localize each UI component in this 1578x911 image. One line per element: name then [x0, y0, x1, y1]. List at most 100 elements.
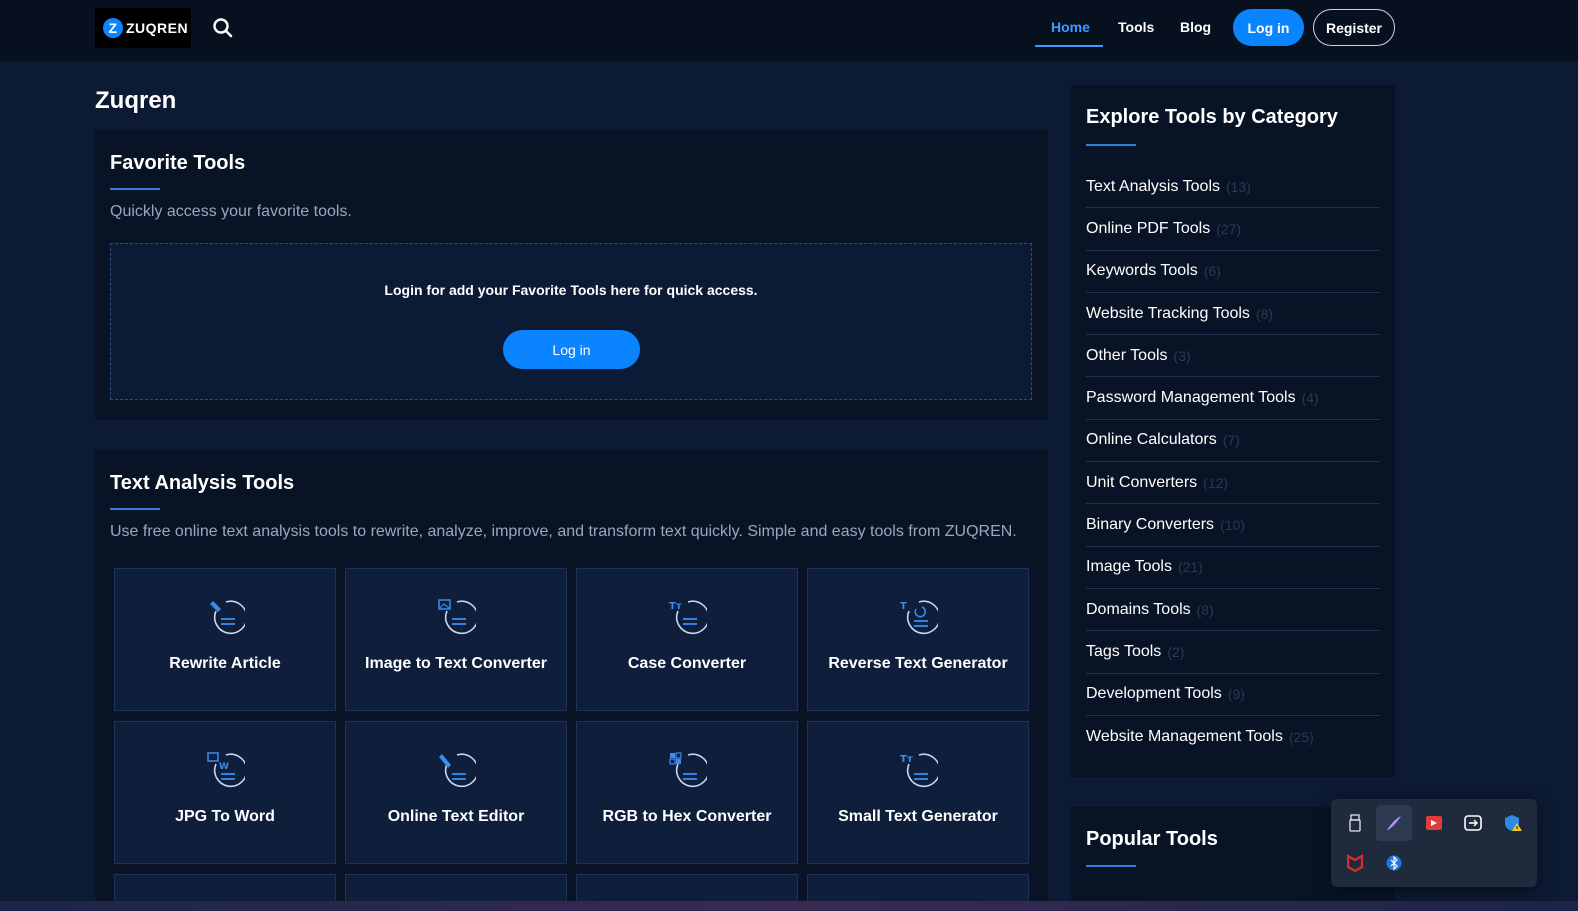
category-count: (8): [1196, 601, 1214, 618]
category-count: (9): [1227, 686, 1245, 703]
remote-link-icon[interactable]: [1455, 805, 1491, 841]
title-underline: [1086, 865, 1136, 867]
svg-text:T: T: [900, 601, 907, 612]
tool-card-small-text-generator[interactable]: Tт Small Text Generator: [807, 721, 1029, 864]
tool-card-case-converter[interactable]: Tт Case Converter: [576, 568, 798, 711]
category-name: Keywords Tools: [1086, 262, 1198, 280]
tool-name: Small Text Generator: [838, 808, 998, 825]
mcafee-icon[interactable]: [1337, 845, 1373, 881]
category-count: (25): [1288, 729, 1314, 745]
category-count: (8): [1255, 305, 1274, 322]
category-list: Text Analysis Tools (13) Online PDF Tools…: [1086, 166, 1380, 758]
nav-blog-link[interactable]: Blog: [1180, 18, 1211, 36]
tool-card-online-text-editor[interactable]: Online Text Editor: [345, 721, 567, 864]
tool-card[interactable]: [807, 874, 1029, 904]
category-name: Website Tracking Tools: [1086, 304, 1250, 322]
popular-tools-title: Popular Tools: [1086, 828, 1218, 850]
category-sidebar: Explore Tools by Category Text Analysis …: [1071, 85, 1395, 777]
category-count: (21): [1177, 559, 1203, 576]
favorite-tools-description: Quickly access your favorite tools.: [110, 203, 352, 220]
tool-card-rgb-to-hex[interactable]: RGB to Hex Converter: [576, 721, 798, 864]
category-item-website-tracking[interactable]: Website Tracking Tools (8): [1086, 293, 1380, 336]
search-button[interactable]: [212, 17, 234, 39]
category-count: (27): [1216, 220, 1242, 237]
logo-mark-icon: Z: [103, 18, 123, 38]
category-item-binary-converters[interactable]: Binary Converters (10): [1086, 504, 1380, 547]
image-to-text-icon: [438, 599, 476, 635]
security-shield-icon[interactable]: [1495, 805, 1531, 841]
jpg-to-word-icon: W: [207, 752, 245, 788]
title-underline: [1086, 144, 1136, 146]
text-editor-icon: [439, 753, 476, 788]
tool-card[interactable]: [345, 874, 567, 904]
category-count: (3): [1173, 347, 1191, 364]
header-register-button[interactable]: Register: [1313, 9, 1395, 46]
category-item-online-calculators[interactable]: Online Calculators (7): [1086, 420, 1380, 463]
favorites-login-button[interactable]: Log in: [503, 330, 640, 369]
category-name: Other Tools: [1086, 346, 1168, 364]
category-item-unit-converters[interactable]: Unit Converters (12): [1086, 462, 1380, 505]
category-name: Binary Converters: [1086, 516, 1215, 534]
search-icon: [213, 18, 233, 38]
logo-text: ZUQREN: [126, 20, 189, 36]
text-analysis-description: Use free online text analysis tools to r…: [110, 523, 1017, 540]
pen-icon[interactable]: [1376, 805, 1412, 841]
category-name: Website Management Tools: [1086, 728, 1283, 745]
category-count: (2): [1167, 643, 1185, 660]
category-item-keywords[interactable]: Keywords Tools (6): [1086, 251, 1380, 293]
reverse-text-icon: T: [900, 600, 938, 635]
case-converter-icon: Tт: [669, 600, 707, 635]
category-item-domains[interactable]: Domains Tools (8): [1086, 589, 1380, 632]
category-name: Domains Tools: [1086, 600, 1191, 618]
small-text-icon: Tт: [900, 753, 938, 788]
rewrite-icon: [210, 600, 245, 635]
category-count: (10): [1220, 517, 1245, 534]
favorite-tools-panel: Favorite Tools Quickly access your favor…: [95, 130, 1048, 420]
category-name: Tags Tools: [1086, 642, 1162, 660]
tool-card[interactable]: [114, 874, 336, 904]
text-analysis-tools-panel: Text Analysis Tools Use free online text…: [95, 450, 1048, 911]
category-name: Online Calculators: [1086, 431, 1217, 449]
svg-text:Tт: Tт: [669, 601, 682, 612]
tool-name: JPG To Word: [175, 808, 275, 825]
category-item-development[interactable]: Development Tools (9): [1086, 674, 1380, 716]
category-name: Development Tools: [1086, 685, 1222, 703]
category-item-other[interactable]: Other Tools (3): [1086, 335, 1380, 378]
category-item-text-analysis[interactable]: Text Analysis Tools (13): [1086, 166, 1380, 209]
usb-drive-icon[interactable]: [1337, 805, 1373, 841]
taskbar-edge: [0, 901, 1578, 911]
page-title: Zuqren: [95, 87, 177, 114]
title-underline: [110, 508, 160, 510]
tool-name: Image to Text Converter: [365, 655, 547, 672]
tool-card-image-to-text[interactable]: Image to Text Converter: [345, 568, 567, 711]
video-recorder-icon[interactable]: [1416, 805, 1452, 841]
category-count: (6): [1203, 263, 1221, 280]
tool-grid: Rewrite Article Image to Text Converter …: [114, 568, 1029, 904]
bluetooth-icon[interactable]: [1376, 845, 1412, 881]
header-login-button[interactable]: Log in: [1233, 9, 1304, 46]
category-item-tags[interactable]: Tags Tools (2): [1086, 631, 1380, 674]
tool-card[interactable]: [576, 874, 798, 904]
tool-name: RGB to Hex Converter: [602, 808, 772, 825]
site-logo[interactable]: Z ZUQREN: [95, 8, 191, 48]
tool-name: Rewrite Article: [169, 655, 281, 672]
svg-text:Tт: Tт: [900, 754, 913, 765]
category-name: Password Management Tools: [1086, 389, 1296, 407]
tool-card-rewrite-article[interactable]: Rewrite Article: [114, 568, 336, 711]
rgb-hex-icon: [669, 752, 707, 788]
tool-card-jpg-to-word[interactable]: W JPG To Word: [114, 721, 336, 864]
favorite-tools-title: Favorite Tools: [110, 152, 246, 174]
nav-tools-link[interactable]: Tools: [1118, 18, 1154, 36]
category-count: (13): [1226, 178, 1251, 195]
category-item-online-pdf[interactable]: Online PDF Tools (27): [1086, 208, 1380, 251]
nav-home-link[interactable]: Home: [1051, 18, 1090, 36]
category-count: (4): [1301, 390, 1319, 407]
system-tray-overflow: [1331, 799, 1537, 887]
category-item-website-management[interactable]: Website Management Tools (25): [1086, 716, 1380, 758]
category-item-image-tools[interactable]: Image Tools (21): [1086, 547, 1380, 589]
title-underline: [110, 188, 160, 190]
favorites-login-message: Login for add your Favorite Tools here f…: [384, 282, 758, 298]
tool-card-reverse-text[interactable]: T Reverse Text Generator: [807, 568, 1029, 711]
nav-active-indicator: [1035, 45, 1103, 47]
category-item-password-management[interactable]: Password Management Tools (4): [1086, 377, 1380, 420]
